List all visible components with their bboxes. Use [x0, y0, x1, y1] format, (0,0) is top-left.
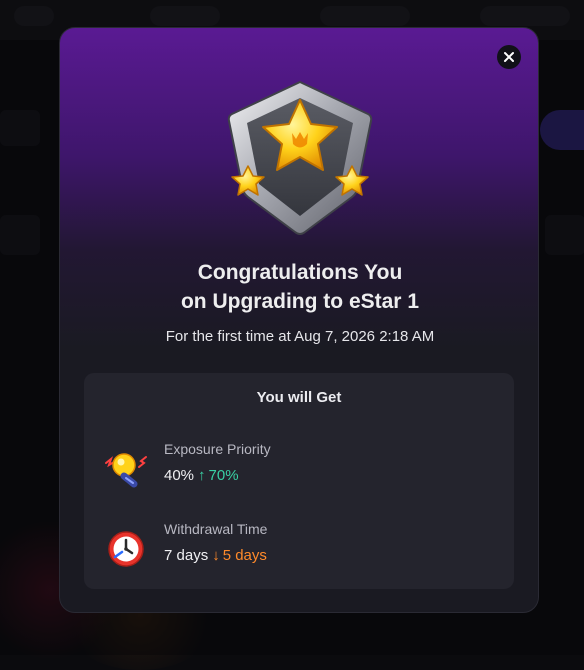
benefits-heading: You will Get — [84, 389, 514, 406]
upgrade-timestamp: For the first time at Aug 7, 2026 2:18 A… — [60, 328, 539, 345]
benefit-values: 40%↑70% — [164, 467, 239, 484]
new-value: 5 days — [223, 547, 267, 564]
old-value: 7 days — [164, 547, 208, 564]
benefit-values: 7 days↓5 days — [164, 547, 267, 564]
benefits-panel: You will Get Exposure Priority 40%↑70% — [84, 373, 514, 589]
benefit-exposure-priority: Exposure Priority 40%↑70% — [102, 441, 502, 493]
title-line-2: on Upgrading to eStar 1 — [60, 287, 539, 316]
old-value: 40% — [164, 467, 194, 484]
benefit-label: Withdrawal Time — [164, 521, 267, 537]
new-value: 70% — [209, 467, 239, 484]
title-line-1: Congratulations You — [60, 258, 539, 287]
upgrade-modal: Congratulations You on Upgrading to eSta… — [59, 27, 539, 613]
close-button[interactable] — [497, 45, 521, 69]
star-badge-icon — [225, 78, 375, 238]
clock-icon — [102, 525, 150, 573]
benefit-withdrawal-time: Withdrawal Time 7 days↓5 days — [102, 521, 502, 573]
close-icon — [503, 51, 515, 63]
page-title: Congratulations You on Upgrading to eSta… — [60, 258, 539, 316]
arrow-up-icon: ↑ — [198, 467, 206, 484]
lightbulb-icon — [102, 445, 150, 493]
benefit-label: Exposure Priority — [164, 441, 271, 457]
arrow-down-icon: ↓ — [212, 547, 220, 564]
